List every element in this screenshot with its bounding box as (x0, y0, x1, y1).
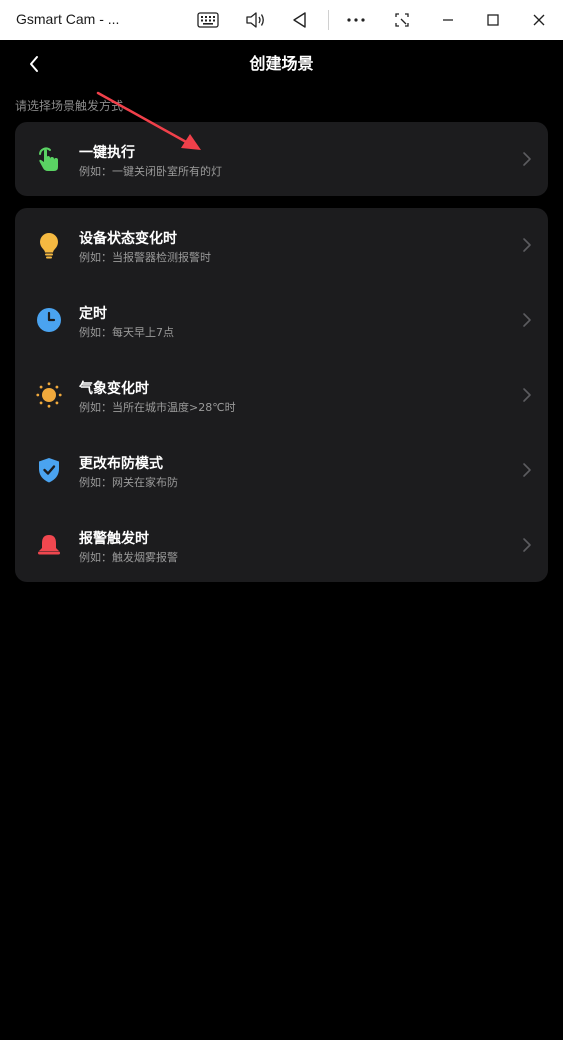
one-tap-card: 一键执行 例如：一键关闭卧室所有的灯 (15, 122, 548, 196)
more-icon[interactable] (344, 8, 368, 32)
minimize-icon[interactable] (436, 8, 460, 32)
bulb-icon (35, 231, 63, 259)
chevron-right-icon (523, 388, 531, 402)
close-icon[interactable] (527, 8, 551, 32)
trigger-list-card: 设备状态变化时 例如：当报警器检测报警时 定时 例如：每天早上7点 气象变化时 … (15, 208, 548, 582)
alarm-bell-icon (35, 531, 63, 559)
shield-check-icon (35, 456, 63, 484)
trigger-subtitle: 例如：触发烟雾报警 (79, 551, 178, 564)
trigger-title: 报警触发时 (79, 531, 149, 547)
trigger-row-timer[interactable]: 定时 例如：每天早上7点 (15, 283, 548, 357)
trigger-row-device-state[interactable]: 设备状态变化时 例如：当报警器检测报警时 (15, 208, 548, 282)
chevron-right-icon (523, 463, 531, 477)
back-triangle-icon[interactable] (288, 8, 312, 32)
trigger-subtitle: 例如：一键关闭卧室所有的灯 (79, 165, 222, 178)
trigger-title: 设备状态变化时 (79, 231, 177, 247)
volume-icon[interactable] (243, 8, 267, 32)
trigger-subtitle: 例如：网关在家布防 (79, 476, 178, 489)
trigger-title: 气象变化时 (79, 381, 149, 397)
screenshot-icon[interactable] (390, 8, 414, 32)
trigger-row-one-tap[interactable]: 一键执行 例如：一键关闭卧室所有的灯 (15, 122, 548, 196)
app-screen: 创建场景 请选择场景触发方式 一键执行 例如：一键关闭卧室所有的灯 设备状态变化… (0, 40, 563, 1040)
maximize-icon[interactable] (481, 8, 505, 32)
trigger-row-weather[interactable]: 气象变化时 例如：当所在城市温度>28℃时 (15, 358, 548, 432)
trigger-title: 定时 (79, 306, 107, 322)
titlebar-divider (328, 10, 329, 30)
nav-bar: 创建场景 (0, 40, 563, 82)
chevron-right-icon (523, 538, 531, 552)
trigger-title: 更改布防模式 (79, 456, 163, 472)
keyboard-icon[interactable] (196, 8, 220, 32)
chevron-right-icon (523, 313, 531, 327)
trigger-subtitle: 例如：当所在城市温度>28℃时 (79, 401, 236, 414)
trigger-row-alarm[interactable]: 报警触发时 例如：触发烟雾报警 (15, 508, 548, 582)
trigger-title: 一键执行 (79, 145, 135, 161)
section-label: 请选择场景触发方式 (15, 99, 124, 113)
trigger-subtitle: 例如：每天早上7点 (79, 326, 174, 339)
tap-hand-icon (35, 145, 63, 173)
window-titlebar: Gsmart Cam - ... (0, 0, 563, 40)
trigger-subtitle: 例如：当报警器检测报警时 (79, 251, 211, 264)
trigger-row-arm-mode[interactable]: 更改布防模式 例如：网关在家布防 (15, 433, 548, 507)
chevron-right-icon (523, 238, 531, 252)
clock-icon (35, 306, 63, 334)
page-title: 创建场景 (249, 54, 314, 73)
window-title: Gsmart Cam - ... (16, 11, 120, 27)
sun-icon (35, 381, 63, 409)
chevron-right-icon (523, 152, 531, 166)
